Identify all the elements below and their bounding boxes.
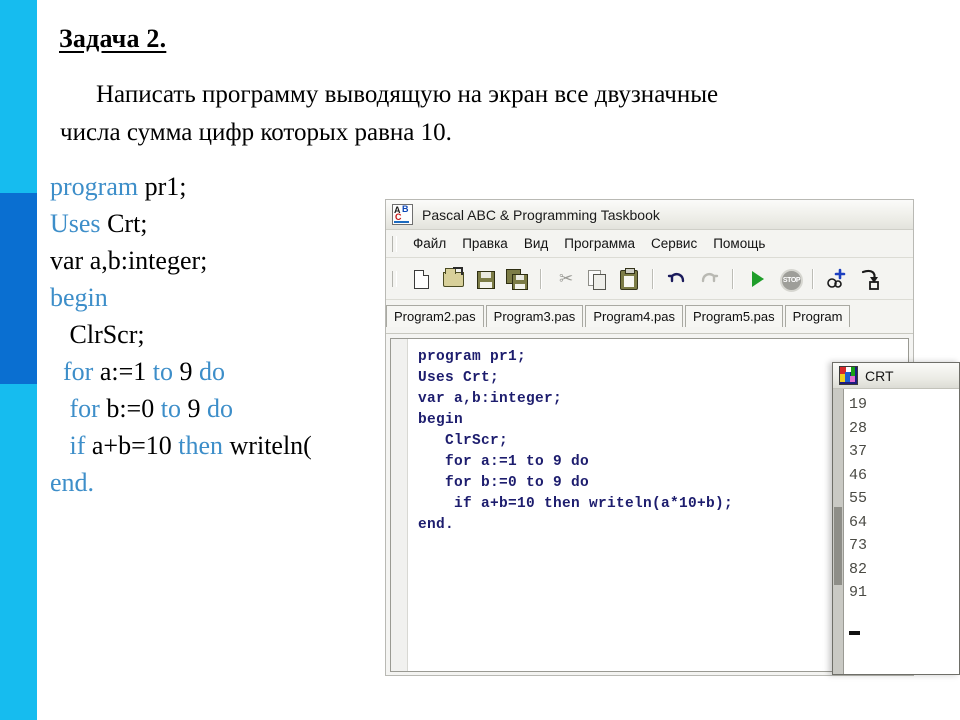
pascal-listing-line: Uses Crt; xyxy=(50,205,312,242)
pascal-text: b:=0 xyxy=(99,394,161,423)
pascal-keyword: for xyxy=(63,357,94,386)
pascal-text: writeln( xyxy=(223,431,312,460)
pascal-keyword: if xyxy=(69,431,86,460)
pascal-text: 9 xyxy=(173,357,199,386)
crt-output-text: 19 28 37 46 55 64 73 82 91 xyxy=(849,396,868,601)
add-task-icon[interactable] xyxy=(823,265,851,293)
sidebar-gap xyxy=(37,0,42,720)
pascal-text xyxy=(50,357,63,386)
pascal-text: a+b=10 xyxy=(85,431,179,460)
sidebar-accent-blue xyxy=(0,193,37,384)
slide-canvas: Задача 2. Написать программу выводящую н… xyxy=(0,0,960,720)
pascal-listing-line: program pr1; xyxy=(50,168,312,205)
menu-item-service[interactable]: Сервис xyxy=(643,234,705,253)
pascal-listing-line: if a+b=10 then writeln( xyxy=(50,427,312,464)
menu-item-help[interactable]: Помощь xyxy=(705,234,773,253)
tab-program3[interactable]: Program3.pas xyxy=(485,305,584,327)
pascal-keyword: to xyxy=(160,394,181,423)
pascal-text: ClrScr; xyxy=(50,320,145,349)
tab-program6[interactable]: Program xyxy=(784,305,851,327)
pascal-listing: program pr1; Uses Crt; var a,b:integer; beg… xyxy=(50,168,312,501)
new-file-icon[interactable] xyxy=(407,265,435,293)
pascal-text: 9 xyxy=(180,394,207,423)
submit-task-icon[interactable] xyxy=(855,265,883,293)
crt-text-cursor xyxy=(849,631,860,635)
crt-output-window: CRT 19 28 37 46 55 64 73 82 91 xyxy=(832,362,960,675)
pascal-keyword: end. xyxy=(50,468,95,497)
pascal-listing-line: begin xyxy=(50,279,312,316)
toolbar-separator xyxy=(812,268,814,289)
toolbar-separator xyxy=(540,268,542,289)
page-title: Задача 2. xyxy=(59,24,167,53)
toolbar: ✂ STOP xyxy=(386,258,913,300)
abc-spellcheck-icon: ABC xyxy=(392,204,413,225)
open-folder-icon[interactable] xyxy=(439,265,467,293)
pascal-listing-line: for a:=1 to 9 do xyxy=(50,353,312,390)
toolbar-drag-grip[interactable] xyxy=(392,270,397,287)
menu-item-program[interactable]: Программа xyxy=(556,234,643,253)
crt-scrollbar-thumb[interactable] xyxy=(834,507,842,585)
task-description: Написать программу выводящую на экран вс… xyxy=(60,76,940,152)
pascal-text xyxy=(50,394,70,423)
pascal-listing-line: var a,b:integer; xyxy=(50,242,312,279)
pascal-keyword: then xyxy=(178,431,224,460)
pascal-keyword: Uses xyxy=(50,209,101,238)
stop-icon[interactable]: STOP xyxy=(775,265,803,293)
pascal-keyword: begin xyxy=(50,283,108,312)
pascal-text: var a,b:integer; xyxy=(50,246,208,275)
window-titlebar: ABC Pascal ABC & Programming Taskbook xyxy=(386,200,913,230)
editor-gutter xyxy=(391,339,408,671)
save-icon[interactable] xyxy=(471,265,499,293)
menu-item-view[interactable]: Вид xyxy=(516,234,556,253)
cut-icon[interactable]: ✂ xyxy=(551,265,579,293)
tab-program5[interactable]: Program5.pas xyxy=(684,305,783,327)
pascal-text: Crt; xyxy=(100,209,148,238)
menu-item-file[interactable]: Файл xyxy=(405,234,454,253)
pascal-listing-line: end. xyxy=(50,464,312,501)
task-description-line-2: числа сумма цифр которых равна 10. xyxy=(60,119,452,146)
task-description-line-1: Написать программу выводящую на экран вс… xyxy=(96,81,719,108)
pascal-text xyxy=(50,431,70,460)
save-all-icon[interactable] xyxy=(503,265,531,293)
menu-drag-grip[interactable] xyxy=(392,235,397,252)
tab-program4[interactable]: Program4.pas xyxy=(585,305,683,327)
editor-tab-bar: Program2.pas Program3.pas Program4.pas P… xyxy=(386,300,913,334)
redo-icon[interactable] xyxy=(695,265,723,293)
pascal-keyword: program xyxy=(50,172,139,201)
pascal-keyword: do xyxy=(199,357,225,386)
run-icon[interactable] xyxy=(743,265,771,293)
crt-scrollbar[interactable] xyxy=(833,389,844,674)
crt-colors-icon xyxy=(839,366,858,385)
undo-icon[interactable] xyxy=(663,265,691,293)
pascal-listing-line: ClrScr; xyxy=(50,316,312,353)
pascal-text: a:=1 xyxy=(93,357,153,386)
menu-bar: Файл Правка Вид Программа Сервис Помощь xyxy=(386,230,913,258)
pascal-keyword: do xyxy=(206,394,233,423)
pascal-keyword: for xyxy=(69,394,100,423)
toolbar-separator xyxy=(732,268,734,289)
editor-source-code: program pr1; Uses Crt; var a,b:integer; … xyxy=(418,349,734,533)
paste-icon[interactable] xyxy=(615,265,643,293)
menu-item-edit[interactable]: Правка xyxy=(454,234,516,253)
crt-titlebar: CRT xyxy=(833,363,959,389)
copy-icon[interactable] xyxy=(583,265,611,293)
tab-program2[interactable]: Program2.pas xyxy=(386,305,484,327)
pascal-text: pr1; xyxy=(138,172,187,201)
pascal-listing-line: for b:=0 to 9 do xyxy=(50,390,312,427)
crt-window-title: CRT xyxy=(865,367,894,384)
toolbar-separator xyxy=(652,268,654,289)
pascal-keyword: to xyxy=(152,357,173,386)
window-title: Pascal ABC & Programming Taskbook xyxy=(422,206,660,223)
